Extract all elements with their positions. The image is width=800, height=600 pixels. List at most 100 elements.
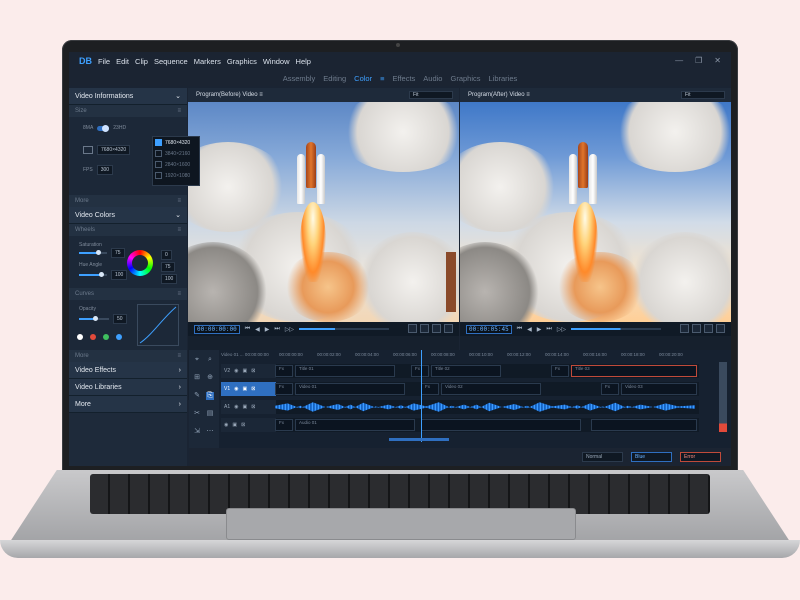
menu-icon[interactable]: ≡ <box>177 108 181 114</box>
step-back-icon[interactable]: ◀ <box>527 326 532 333</box>
title-clip[interactable]: Title 03 <box>571 365 697 377</box>
hue-value[interactable]: 100 <box>111 270 128 280</box>
resolution-option[interactable]: 2840×1600 <box>153 159 199 170</box>
audio-clip[interactable]: Audio 01 <box>295 419 415 431</box>
video-clip[interactable]: Video 03 <box>621 383 697 395</box>
fast-forward-icon[interactable]: ▷▷ <box>557 326 566 333</box>
lock-icon[interactable]: ▣ <box>243 404 248 410</box>
hue-slider[interactable] <box>79 272 107 277</box>
skip-forward-icon[interactable]: ⏭ <box>274 326 279 333</box>
title-clip[interactable]: Title 02 <box>431 365 501 377</box>
tab-libraries[interactable]: Libraries <box>489 74 518 83</box>
curves-header[interactable]: Curves ≡ <box>69 288 187 300</box>
timecode[interactable]: 00:00:05:45 <box>466 324 512 334</box>
resolution-option[interactable]: 7680×4320 <box>153 137 199 148</box>
resolution-option[interactable]: 1920×1080 <box>153 170 199 181</box>
menu-edit[interactable]: Edit <box>116 57 129 66</box>
chevron-right-icon[interactable]: › <box>179 367 181 374</box>
lock-icon[interactable]: ▣ <box>243 386 248 392</box>
settings-icon[interactable] <box>704 324 713 333</box>
channel-dot-red[interactable] <box>90 334 96 340</box>
audio-clip[interactable] <box>591 419 697 431</box>
restore-icon[interactable]: ❐ <box>695 56 702 65</box>
play-icon[interactable]: ▶ <box>265 326 270 333</box>
eye-icon[interactable]: ◉ <box>234 368 238 374</box>
opacity-value[interactable]: 50 <box>113 314 127 324</box>
opacity-knob[interactable] <box>93 316 98 321</box>
time-ruler[interactable]: Video 01 ... 00:00:00:00 00:00:00:00 00:… <box>221 352 699 360</box>
minimize-icon[interactable]: — <box>675 56 683 65</box>
select-tool-icon[interactable]: ⌖ <box>193 356 201 364</box>
channel-dot-white[interactable] <box>77 334 83 340</box>
hue-knob[interactable] <box>98 272 104 277</box>
skip-back-icon[interactable]: ⏮ <box>245 326 250 333</box>
video-clip[interactable]: Video 01 <box>295 383 405 395</box>
trash-tool-icon[interactable]: ▤ <box>206 410 214 418</box>
mute-icon[interactable]: ⊠ <box>241 422 245 428</box>
menu-icon[interactable]: ≡ <box>177 291 181 297</box>
scrub-bar[interactable] <box>299 328 390 330</box>
channel-dot-green[interactable] <box>103 334 109 340</box>
snapshot-icon[interactable] <box>716 324 725 333</box>
timecode[interactable]: 00:00:00:00 <box>194 324 240 334</box>
playhead[interactable] <box>421 350 422 442</box>
wheels-header[interactable]: Wheels ≡ <box>69 224 187 236</box>
video-colors-header[interactable]: Video Colors ⌄ <box>69 207 187 224</box>
mute-icon[interactable]: ⊠ <box>251 404 255 410</box>
video-clip[interactable]: Video 02 <box>441 383 541 395</box>
fx-clip[interactable]: Fx <box>421 383 439 395</box>
menu-icon[interactable]: ≡ <box>177 198 181 204</box>
error-button[interactable]: Error <box>680 452 721 462</box>
audio-waveform[interactable] <box>275 402 695 412</box>
copy-tool-icon[interactable]: ⎘ <box>206 392 214 400</box>
eye-icon[interactable]: ◉ <box>234 404 238 410</box>
more-header[interactable]: More ≡ <box>69 195 187 207</box>
fast-forward-icon[interactable]: ▷▷ <box>285 326 294 333</box>
menu-help[interactable]: Help <box>296 57 311 66</box>
fx-clip[interactable]: Fx <box>601 383 619 395</box>
fit-select[interactable]: Fit <box>409 91 453 99</box>
tab-effects[interactable]: Effects <box>393 74 416 83</box>
fx-clip[interactable]: Fx <box>275 365 293 377</box>
pen-tool-icon[interactable]: ✎ <box>193 392 201 400</box>
fx-clip[interactable]: Fx <box>275 419 293 431</box>
razor-tool-icon[interactable]: ✂ <box>193 410 201 418</box>
add-tool-icon[interactable]: ⊕ <box>206 374 214 382</box>
close-icon[interactable]: ✕ <box>714 56 721 65</box>
blue-button[interactable]: Blue <box>631 452 672 462</box>
fx-clip[interactable]: Fx <box>551 365 569 377</box>
tab-editing[interactable]: Editing <box>323 74 346 83</box>
audio-icon[interactable] <box>420 324 429 333</box>
format-toggle[interactable] <box>97 124 110 132</box>
settings-icon[interactable] <box>432 324 441 333</box>
step-back-icon[interactable]: ◀ <box>255 326 260 333</box>
size-header[interactable]: Size ≡ <box>69 105 187 117</box>
tab-graphics[interactable]: Graphics <box>450 74 480 83</box>
menu-file[interactable]: File <box>98 57 110 66</box>
normal-button[interactable]: Normal <box>582 452 623 462</box>
menu-clip[interactable]: Clip <box>135 57 148 66</box>
tab-assembly[interactable]: Assembly <box>283 74 316 83</box>
eye-icon[interactable]: ◉ <box>224 422 228 428</box>
eye-icon[interactable]: ◉ <box>234 386 238 392</box>
saturation-value[interactable]: 75 <box>111 248 125 258</box>
video-libraries-row[interactable]: Video Libraries › <box>69 379 187 396</box>
fullscreen-icon[interactable] <box>408 324 417 333</box>
opacity-slider[interactable] <box>79 316 109 321</box>
chevron-right-icon[interactable]: › <box>179 401 181 408</box>
play-icon[interactable]: ▶ <box>537 326 542 333</box>
saturation-slider[interactable] <box>79 250 107 255</box>
video-effects-row[interactable]: Video Effects › <box>69 362 187 379</box>
resolution-field[interactable]: 7680×4320 <box>97 145 131 155</box>
mute-icon[interactable]: ⊠ <box>251 368 255 374</box>
more-tools-icon[interactable]: ⋯ <box>206 428 214 436</box>
audio-clip[interactable] <box>421 419 581 431</box>
channel-dot-blue[interactable] <box>116 334 122 340</box>
wheel-value-3[interactable]: 100 <box>161 274 178 284</box>
title-clip[interactable]: Title 01 <box>295 365 395 377</box>
skip-back-icon[interactable]: ⏮ <box>517 326 522 333</box>
chevron-right-icon[interactable]: › <box>179 384 181 391</box>
tab-color-menu-icon[interactable]: ≡ <box>380 74 384 83</box>
snapshot-icon[interactable] <box>444 324 453 333</box>
menu-icon[interactable]: ≡ <box>177 353 181 359</box>
